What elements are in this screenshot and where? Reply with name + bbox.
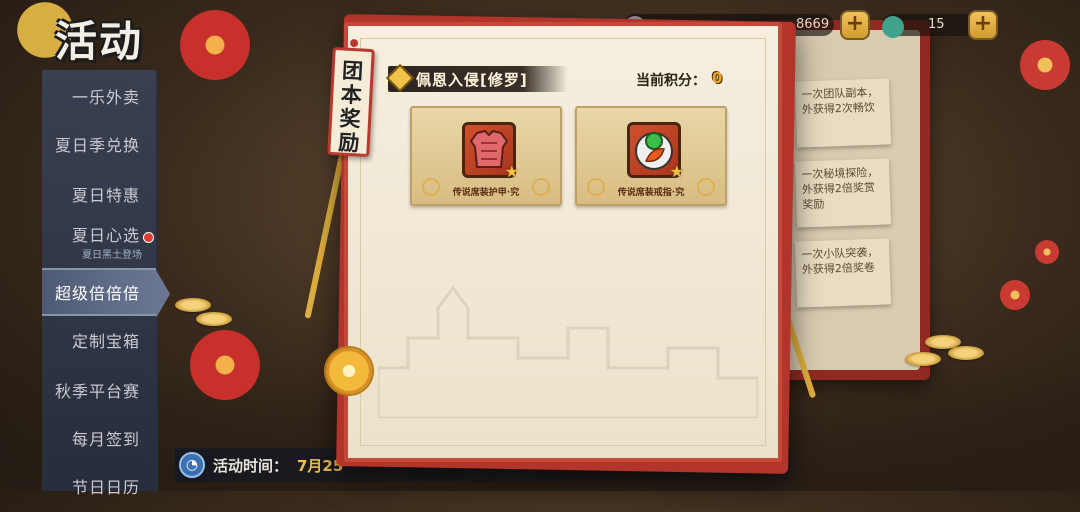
background-note-3: 一次小队突袭，外获得2倍奖卷 bbox=[794, 238, 892, 308]
sidebar-item-summer-pick[interactable]: 夏日心选 夏日黑土登场 bbox=[42, 220, 156, 268]
sidebar-item-label: 节日日历 bbox=[71, 478, 140, 497]
sidebar-item-super-multiplier[interactable]: 超级倍倍倍 bbox=[42, 268, 170, 318]
plum-blossom-icon bbox=[326, 348, 372, 394]
sidebar-item-label: 定制宝箱 bbox=[71, 332, 140, 351]
sidebar-item-autumn-tournament[interactable]: 秋季平台赛 bbox=[42, 368, 156, 416]
sidebar-item-summer-exchange[interactable]: 夏日季兑换 bbox=[42, 122, 156, 170]
team-reward-tag: 团本奖励 bbox=[327, 38, 375, 158]
petal-icon bbox=[1000, 280, 1030, 310]
activity-sidebar: 一乐外卖 夏日季兑换 夏日特惠 夏日心选 夏日黑土登场 超级倍倍倍 定制宝箱 秋… bbox=[42, 70, 170, 497]
jade-currency-icon bbox=[882, 16, 904, 38]
sidebar-item-label: 秋季平台赛 bbox=[54, 382, 140, 401]
background-note-1: 一次团队副本，外获得2次畅饮 bbox=[794, 78, 892, 148]
sidebar-item-label: 夏日特惠 bbox=[71, 186, 140, 205]
gold-amount: 8669 bbox=[796, 17, 830, 32]
gem-amount: 15 bbox=[928, 17, 945, 32]
reward-card-armor[interactable]: ★ 传说席装护甲·究 bbox=[410, 106, 562, 206]
stage-header: 佩恩入侵[修罗] bbox=[385, 63, 568, 93]
sidebar-item-label: 超级倍倍倍 bbox=[54, 284, 140, 303]
page-title: 活动 bbox=[55, 17, 144, 66]
event-time-label: 活动时间： bbox=[213, 457, 289, 475]
reward-name: 传说席装护甲·究 bbox=[452, 188, 520, 198]
sidebar-item-label: 夏日心选 bbox=[71, 226, 140, 245]
sidebar-item-label: 一乐外卖 bbox=[71, 88, 140, 107]
notification-dot bbox=[143, 232, 154, 243]
camellia-flower-icon bbox=[1020, 40, 1070, 90]
gem-pill: 15 bbox=[882, 14, 982, 38]
star-icon: ★ bbox=[669, 162, 684, 181]
add-gold-button[interactable]: + bbox=[840, 10, 870, 40]
coin-icon bbox=[948, 346, 984, 360]
score-value: 0 bbox=[712, 69, 723, 87]
town-sketch-background bbox=[378, 285, 758, 418]
armor-icon: ★ bbox=[462, 122, 519, 181]
stage-name: 佩恩入侵[修罗] bbox=[416, 71, 528, 89]
sidebar-item-takeout[interactable]: 一乐外卖 bbox=[42, 74, 156, 122]
sidebar-item-custom-chest[interactable]: 定制宝箱 bbox=[42, 318, 156, 366]
sidebar-item-monthly-signin[interactable]: 每月签到 bbox=[42, 416, 156, 464]
coin-icon bbox=[175, 298, 211, 312]
coin-icon bbox=[196, 312, 232, 326]
sidebar-item-label: 夏日季兑换 bbox=[54, 136, 140, 155]
score-label: 当前积分： bbox=[636, 73, 706, 89]
diamond-icon bbox=[385, 63, 415, 93]
sidebar-item-festival-calendar[interactable]: 节日日历 bbox=[42, 464, 156, 512]
clock-icon: ◔ bbox=[179, 452, 205, 478]
sidebar-item-sublabel: 夏日黑土登场 bbox=[82, 250, 142, 261]
background-note-2: 一次秘境探险，外获得2倍奖赏奖励 bbox=[794, 158, 892, 228]
coin-icon bbox=[905, 352, 941, 366]
star-icon: ★ bbox=[504, 162, 519, 181]
reward-card-ring[interactable]: ★ 传说席装戒指·究 bbox=[575, 106, 727, 206]
camellia-flower-icon bbox=[190, 330, 260, 400]
sidebar-item-summer-deals[interactable]: 夏日特惠 bbox=[42, 172, 156, 220]
tag-label: 团本奖励 bbox=[337, 57, 364, 156]
petal-icon bbox=[1035, 240, 1059, 264]
reward-name: 传说席装戒指·究 bbox=[617, 188, 685, 198]
ring-orb-icon: ★ bbox=[627, 122, 684, 181]
add-gem-button[interactable]: + bbox=[968, 10, 998, 40]
sidebar-item-label: 每月签到 bbox=[71, 430, 140, 449]
camellia-flower-icon bbox=[180, 10, 250, 80]
